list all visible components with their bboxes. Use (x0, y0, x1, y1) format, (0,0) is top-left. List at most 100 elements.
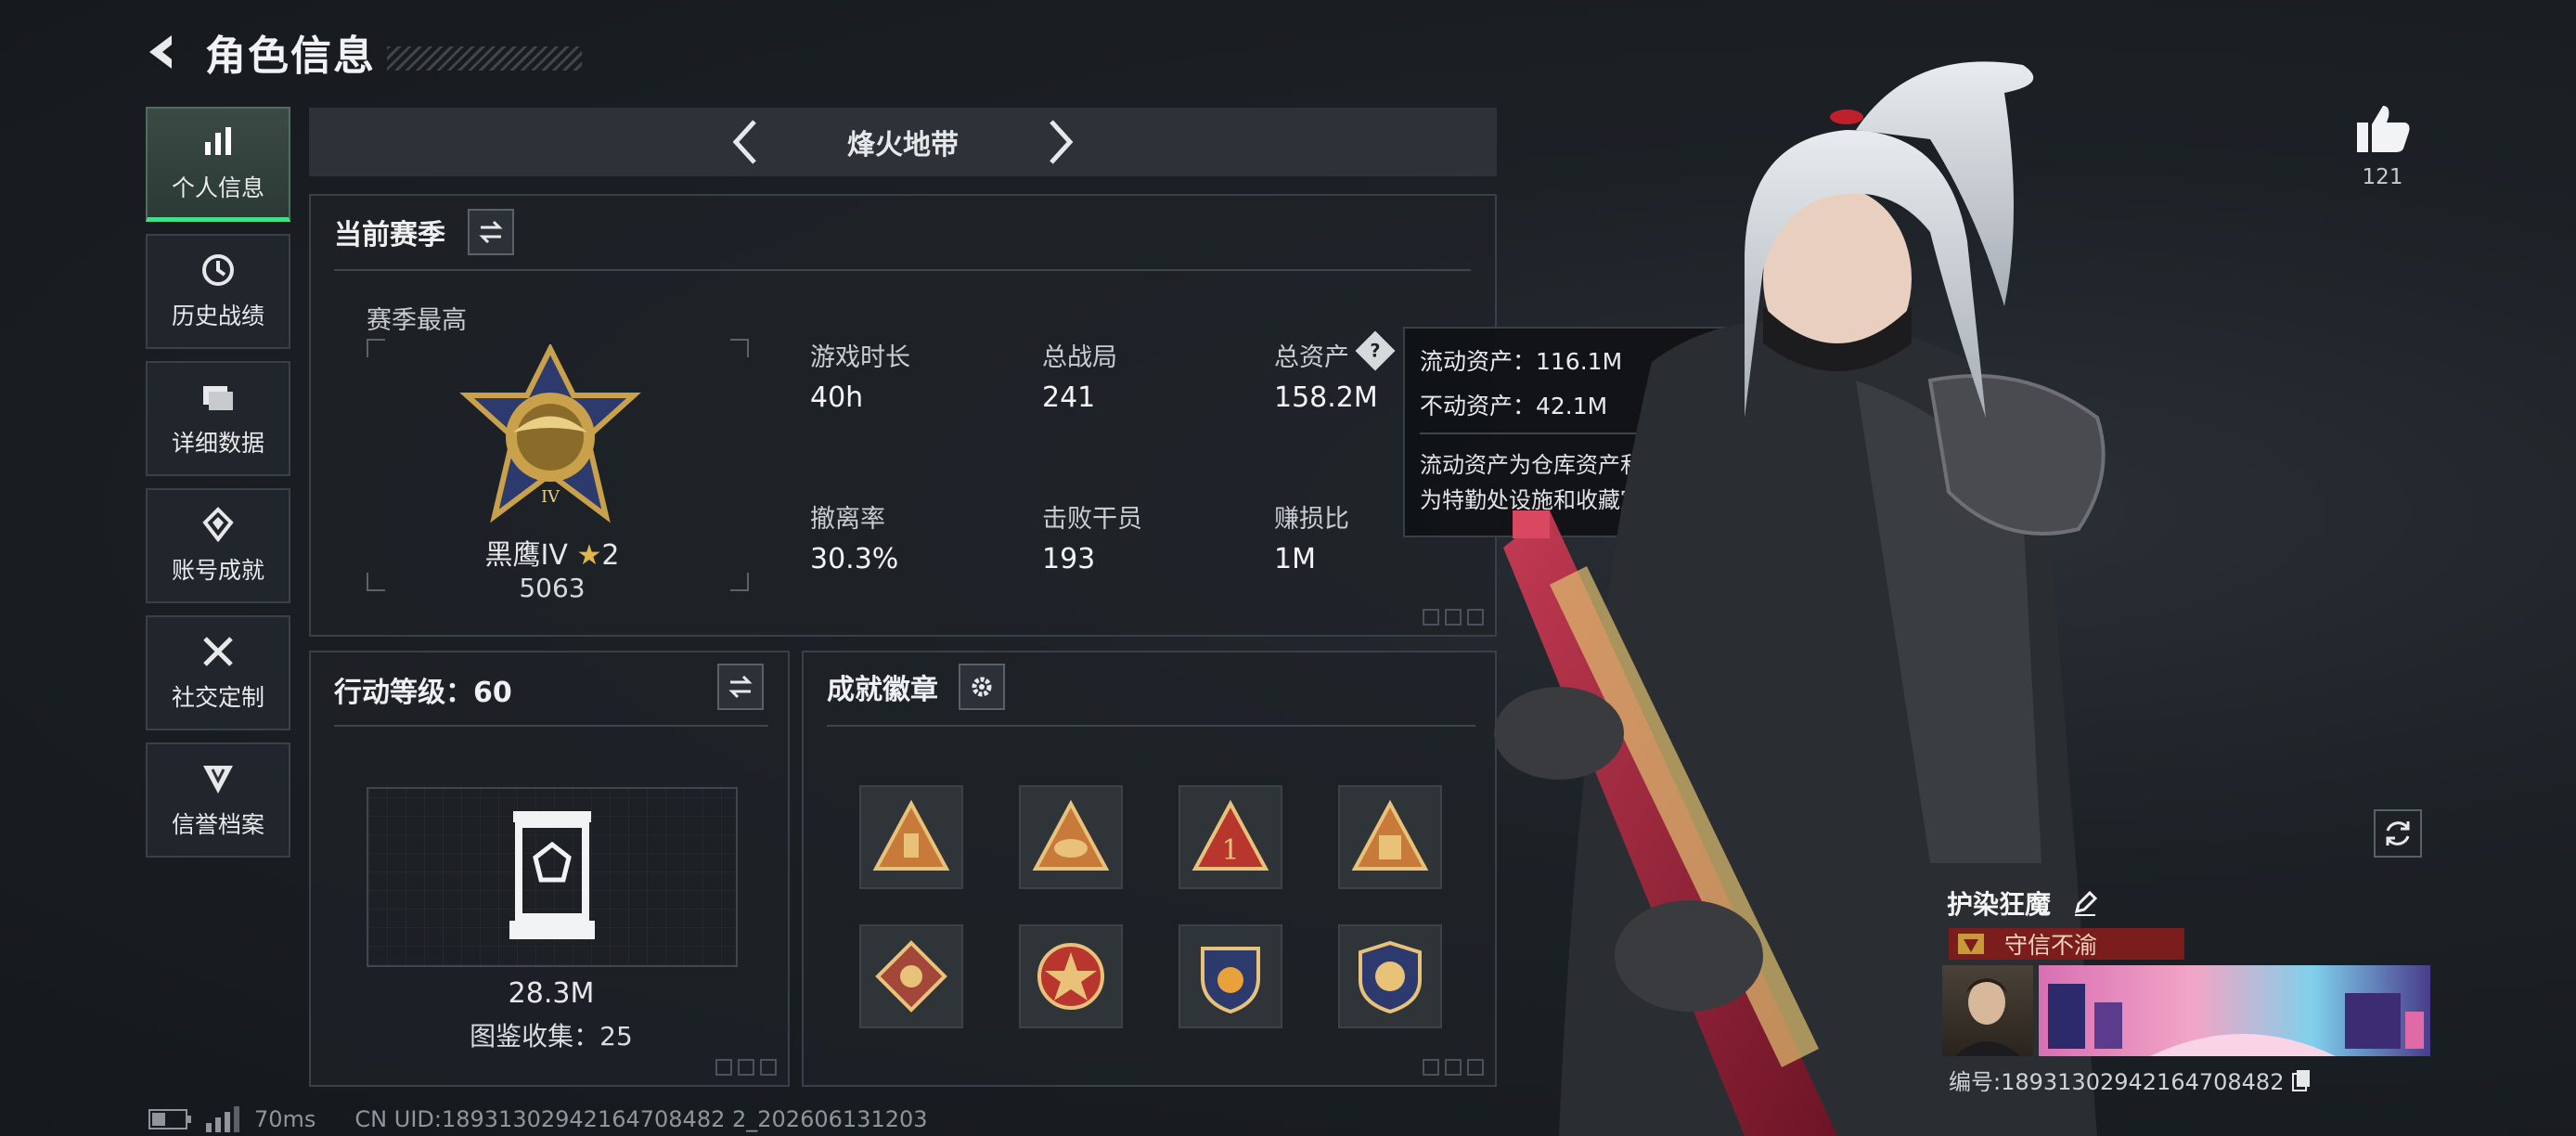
achievement-badge[interactable] (1019, 924, 1123, 1028)
achievement-badge[interactable] (1338, 924, 1442, 1028)
frame-corner (367, 573, 385, 591)
triangle-badge-icon (872, 799, 950, 871)
triangle-badge-icon: 1 (1191, 799, 1269, 871)
next-map-arrow-icon[interactable] (1042, 116, 1079, 168)
season-title: 当前赛季 (334, 219, 445, 252)
sidebar-item-label: 信誉档案 (171, 811, 264, 838)
header: 角色信息 (144, 26, 582, 80)
stat-value: 158.2M (1274, 381, 1378, 414)
help-icon[interactable]: ? (1355, 330, 1396, 371)
thumbs-up-icon[interactable] (2355, 102, 2411, 154)
copy-icon[interactable] (2291, 1068, 2312, 1092)
triangle-badge-icon (1032, 799, 1110, 871)
stat-label: 总战局 (1042, 343, 1117, 372)
credit-text: 守信不渝 (2004, 932, 2098, 959)
star-icon: ★ (576, 539, 602, 572)
swap-icon (479, 220, 503, 244)
credit-shield-icon (203, 766, 233, 794)
like-group[interactable]: 121 (2352, 102, 2413, 189)
sidebar-item-label: 个人信息 (171, 174, 264, 201)
stat-value: 1M (1274, 543, 1316, 575)
sidebar-item-achievements[interactable]: 账号成就 (146, 488, 290, 603)
uid-text: CN UID:18931302942164708482 2_2026061312… (354, 1106, 928, 1132)
edit-pencil-icon[interactable] (2071, 889, 2099, 917)
achievement-icon (202, 507, 234, 543)
stat-label: 赚损比 (1274, 505, 1349, 534)
credit-emblem-icon (1958, 934, 1984, 954)
prev-map-arrow-icon[interactable] (727, 116, 764, 168)
player-id: 编号:18931302942164708482 (1949, 1069, 2285, 1095)
banner-card[interactable] (2039, 965, 2430, 1056)
sidebar-item-personal-info[interactable]: 个人信息 (146, 107, 290, 222)
avatar[interactable] (1942, 965, 2033, 1056)
bar-chart-icon (205, 126, 231, 155)
collection-count: 图鉴收集：25 (470, 1021, 633, 1052)
stat-label: 撤离率 (810, 505, 885, 534)
achievement-badge[interactable] (859, 785, 963, 889)
status-bar: 70ms CN UID:18931302942164708482 2_20260… (148, 1106, 928, 1132)
sidebar-item-details[interactable]: 详细数据 (146, 361, 290, 476)
action-level-title: 行动等级：60 (334, 677, 512, 709)
shield-badge-icon (1359, 940, 1422, 1014)
season-best-label: 赛季最高 (367, 306, 467, 335)
stat-label: 击败干员 (1042, 505, 1142, 534)
season-divider (334, 269, 1471, 271)
level-divider (334, 725, 768, 727)
stat-value: 193 (1042, 543, 1096, 575)
back-arrow-icon[interactable] (144, 32, 185, 72)
stat-value: 241 (1042, 381, 1096, 414)
nickname-row: 护染狂魔 (1947, 884, 2099, 922)
achievement-badge[interactable] (859, 924, 963, 1028)
achievement-badge[interactable] (1338, 785, 1442, 889)
panel-corner-dots (710, 1059, 777, 1079)
achievement-badge[interactable] (1019, 785, 1123, 889)
sidebar: 个人信息 历史战绩 详细数据 账号成就 社交定制 信誉档案 (146, 107, 290, 870)
title-decoration (387, 46, 582, 71)
ping-value: 70ms (254, 1106, 316, 1132)
achievement-badge[interactable]: 1 (1179, 785, 1282, 889)
sidebar-item-credit[interactable]: 信誉档案 (146, 742, 290, 858)
frame-corner (730, 573, 749, 591)
diamond-badge-icon (875, 940, 947, 1013)
achievement-divider (827, 725, 1475, 727)
season-panel: 当前赛季 赛季最高 IV 黑鹰IV ★2 5063 游戏时长 40h 总战局 2… (309, 194, 1497, 637)
svg-text:1: 1 (1221, 834, 1239, 867)
credit-badge: 守信不渝 (1949, 928, 2184, 960)
achievement-badge[interactable] (1179, 924, 1282, 1028)
level-switch-button[interactable] (717, 664, 764, 710)
tools-icon (203, 637, 233, 666)
season-switch-button[interactable] (468, 209, 514, 255)
swap-icon (728, 675, 753, 699)
collection-value: 28.3M (508, 977, 595, 1010)
sidebar-item-social[interactable]: 社交定制 (146, 615, 290, 730)
battery-icon (148, 1109, 191, 1130)
shield-badge-icon (1201, 947, 1260, 1014)
sidebar-item-label: 社交定制 (171, 684, 264, 711)
history-clock-icon (202, 254, 234, 286)
refresh-button[interactable] (2374, 809, 2422, 858)
achievement-title: 成就徽章 (827, 674, 938, 706)
sidebar-item-label: 账号成就 (171, 557, 264, 584)
svg-text:IV: IV (541, 487, 560, 507)
map-selector: 烽火地带 (309, 108, 1497, 176)
collection-display[interactable] (367, 787, 738, 967)
sidebar-item-label: 历史战绩 (171, 303, 264, 329)
rank-emblem-icon: IV (459, 344, 641, 523)
sidebar-item-history[interactable]: 历史战绩 (146, 234, 290, 349)
stat-label: 总资产 (1274, 343, 1349, 372)
page-title: 角色信息 (205, 32, 376, 80)
rank-name: 黑鹰IV (484, 539, 568, 572)
avatar-portrait-icon (1955, 978, 2020, 1056)
gear-icon (972, 677, 992, 697)
profile-cards (1942, 965, 2430, 1056)
action-level-panel: 行动等级：60 28.3M 图鉴收集：25 (309, 651, 790, 1087)
like-count: 121 (2362, 165, 2403, 189)
star-badge-icon (1037, 943, 1104, 1010)
signal-icon (206, 1106, 239, 1132)
triangle-badge-icon (1351, 799, 1429, 871)
rank-name-row: 黑鹰IV ★2 (404, 532, 701, 573)
stat-value: 40h (810, 381, 864, 414)
refresh-icon (2386, 821, 2410, 846)
achievement-settings-button[interactable] (959, 664, 1005, 710)
rank-score: 5063 (519, 573, 586, 603)
